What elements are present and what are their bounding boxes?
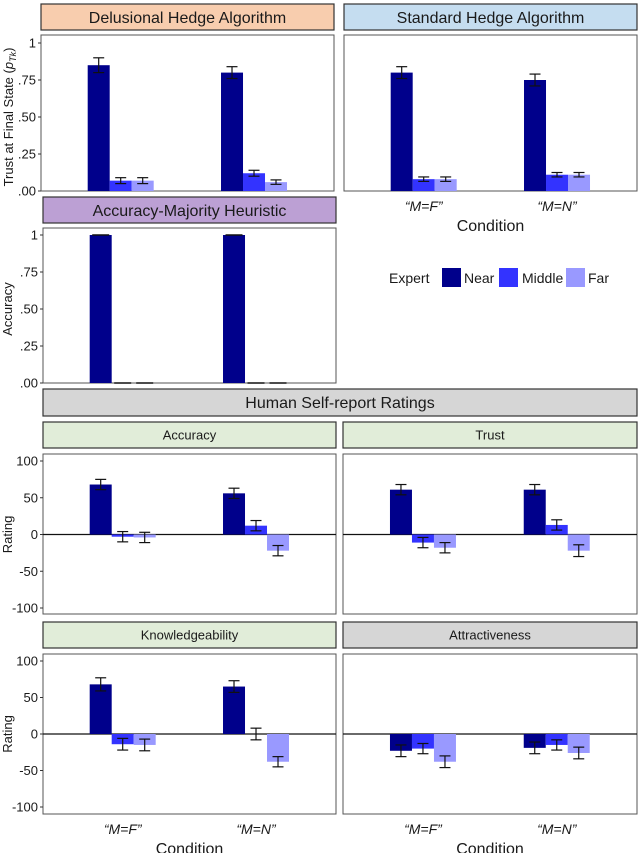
y-tick-label: .50 [18, 110, 36, 125]
plot-area-heuristic [42, 227, 337, 384]
x-axis-label: Condition [456, 841, 524, 853]
panel-title-knowledgeability: Knowledgeability [141, 628, 239, 643]
panel-accuracy: Accuracy -100 -50 0 50 100 Rating [0, 421, 337, 616]
y-tick-label: .75 [20, 265, 38, 280]
panel-delusional: Delusional Hedge Algorithm.00.25.50.751T… [1, 3, 335, 199]
panel-title-accuracy: Accuracy [163, 428, 217, 443]
y-tick-label: .00 [18, 184, 36, 199]
y-axis-label: Accuracy [0, 282, 15, 336]
y-tick-label: 50 [24, 690, 38, 705]
panel-title-trust: Trust [475, 428, 505, 443]
bar-trust-near-0 [389, 489, 412, 535]
y-tick-label: 0 [31, 727, 38, 742]
y-tick-label: -50 [19, 763, 38, 778]
panel-title-standard: Standard Hedge Algorithm [397, 10, 585, 27]
plot-area-delusional [40, 34, 335, 192]
y-tick-label: 50 [24, 490, 38, 505]
bar-knowledgeability-near-1 [223, 686, 246, 734]
y-tick-label: .25 [20, 339, 38, 354]
figure: Human Self-report Ratings Delusional Hedg… [0, 3, 638, 853]
y-axis-label-close: ) [1, 48, 16, 52]
panel-heuristic: Accuracy-Majority Heuristic .00 .25 .50 .75 1… [0, 196, 337, 391]
legend: Expert Near Middle Far [389, 268, 609, 287]
y-tick-label: 1 [31, 228, 38, 243]
y-tick-label: .50 [20, 302, 38, 317]
legend-swatch-middle [499, 268, 518, 287]
y-tick-label: .75 [18, 73, 36, 88]
y-tick-label: -100 [12, 601, 38, 616]
bar-heuristic-near-1 [223, 235, 246, 383]
legend-label-near: Near [464, 270, 495, 286]
y-tick-label: -50 [19, 564, 38, 579]
panel-title-attractiveness: Attractiveness [449, 628, 531, 643]
legend-label-middle: Middle [522, 270, 563, 286]
y-tick-label: .00 [20, 376, 38, 391]
panel-title-heuristic: Accuracy-Majority Heuristic [93, 203, 287, 220]
panel-attractiveness: Attractiveness “M=F” “M=N” Condition [342, 621, 638, 853]
bar-delusional-near-0 [87, 65, 110, 191]
bar-accuracy-near-0 [89, 484, 112, 535]
panel-standard: Standard Hedge Algorithm “M=F” “M=N” Condit… [343, 3, 638, 235]
x-tick-label: “M=F” [404, 821, 443, 837]
legend-swatch-near [442, 268, 461, 287]
x-tick-label: “M=F” [405, 198, 444, 214]
y-tick-label: -100 [12, 800, 38, 815]
bar-standard-near-1 [524, 80, 547, 191]
plot-area-standard [343, 34, 638, 192]
human-ratings-title: Human Self-report Ratings [245, 395, 434, 412]
human-ratings-header: Human Self-report Ratings [42, 388, 638, 417]
bar-delusional-near-1 [221, 72, 244, 191]
y-axis-label-symbol: p [1, 62, 16, 70]
x-tick-label: “M=N” [236, 821, 277, 837]
legend-title: Expert [389, 270, 430, 286]
legend-swatch-far [566, 268, 585, 287]
panel-trust: Trust [342, 421, 638, 615]
x-axis-label: Condition [457, 218, 525, 235]
panel-title-delusional: Delusional Hedge Algorithm [89, 10, 286, 27]
y-tick-label: 100 [16, 654, 38, 669]
y-tick-label: 100 [16, 454, 38, 469]
bar-standard-near-0 [390, 72, 413, 191]
y-axis-label-subscript: Tk [8, 51, 18, 61]
y-tick-label: 0 [31, 527, 38, 542]
x-axis-label: Condition [156, 841, 224, 853]
bar-trust-near-1 [523, 489, 546, 535]
y-tick-label: 1 [29, 36, 36, 51]
x-tick-label: “M=F” [104, 821, 143, 837]
legend-label-far: Far [588, 270, 609, 286]
y-axis-label: Rating [0, 516, 15, 554]
y-tick-label: .25 [18, 147, 36, 162]
bar-accuracy-near-1 [223, 493, 246, 535]
x-tick-label: “M=N” [537, 821, 578, 837]
x-tick-label: “M=N” [537, 198, 578, 214]
y-axis-label: Rating [0, 715, 15, 753]
bar-heuristic-near-0 [89, 235, 112, 383]
bar-knowledgeability-near-0 [89, 684, 112, 734]
panel-knowledgeability: Knowledgeability -100 -50 0 50 100 Rating “M=F”… [0, 621, 337, 853]
y-axis-label: Trust at Final State (pTk) [1, 48, 18, 187]
